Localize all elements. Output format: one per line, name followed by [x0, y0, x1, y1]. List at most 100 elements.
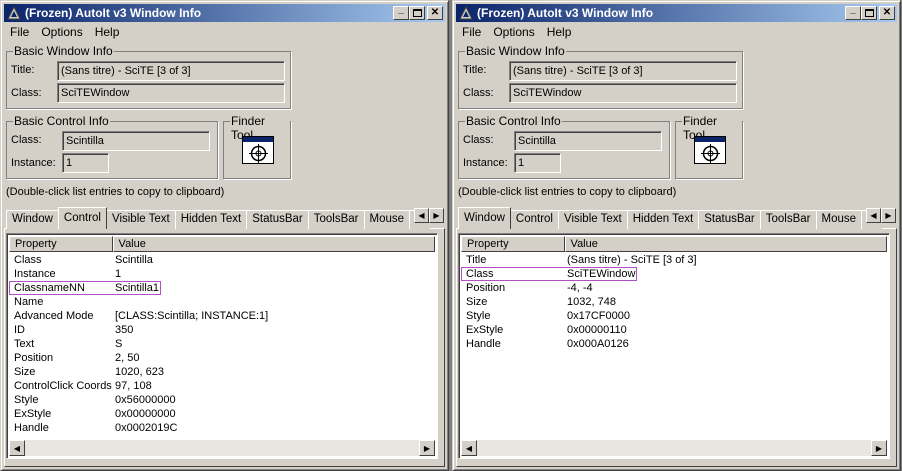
- control-class-field[interactable]: Scintilla: [514, 131, 662, 151]
- title-bar: (Frozen) AutoIt v3 Window Info _ ✕: [456, 4, 897, 22]
- instance-label: Instance:: [463, 157, 508, 169]
- list-rows: Title (Sans titre) - SciTE [3 of 3] Class S…: [461, 253, 887, 351]
- tab-scroll-arrows: ◀ ▶: [414, 208, 444, 223]
- list-item[interactable]: Handle 0x000A0126: [461, 337, 887, 351]
- list-header: Property Value: [9, 236, 435, 252]
- minimize-button[interactable]: _: [845, 5, 861, 20]
- window-title: (Frozen) AutoIt v3 Window Info: [25, 6, 202, 20]
- property-name: Style: [466, 310, 491, 322]
- group-label: Basic Window Info: [13, 44, 114, 58]
- list-item[interactable]: Advanced Mode [CLASS:Scintilla; INSTANCE:…: [9, 309, 435, 323]
- title-field[interactable]: (Sans titre) - SciTE [3 of 3]: [509, 61, 737, 81]
- horizontal-scrollbar[interactable]: ◀ ▶: [9, 440, 435, 456]
- finder-tool-crosshair-icon[interactable]: [242, 136, 274, 164]
- menu-file[interactable]: File: [456, 25, 487, 39]
- title-label: Title:: [463, 64, 487, 76]
- property-value: 350: [115, 324, 134, 336]
- tab-mouse[interactable]: Mouse: [363, 210, 411, 229]
- property-value: S: [115, 338, 123, 350]
- maximize-button[interactable]: [861, 6, 877, 20]
- list-item[interactable]: Instance 1: [9, 267, 435, 281]
- class-field[interactable]: SciTEWindow: [509, 83, 737, 103]
- close-button[interactable]: ✕: [427, 6, 443, 20]
- list-item[interactable]: Handle 0x0002019C: [9, 421, 435, 435]
- minimize-button[interactable]: _: [393, 5, 409, 20]
- tab-scroll-left-button[interactable]: ◀: [414, 208, 429, 223]
- maximize-button[interactable]: [409, 6, 425, 20]
- tab-strip: Window Control Visible Text Hidden Text Stat…: [6, 207, 430, 229]
- list-item[interactable]: Size 1032, 748: [461, 295, 887, 309]
- property-name: Instance: [14, 268, 56, 280]
- property-value: 0x56000000: [115, 394, 176, 406]
- property-value: 0x00000110: [567, 324, 627, 336]
- column-header-property[interactable]: Property: [461, 236, 565, 252]
- property-name: ExStyle: [14, 408, 52, 420]
- tab-scroll-right-button[interactable]: ▶: [429, 208, 444, 223]
- close-button[interactable]: ✕: [879, 6, 895, 20]
- tab-control[interactable]: Control: [57, 207, 107, 229]
- scroll-right-button[interactable]: ▶: [419, 440, 435, 456]
- list-item[interactable]: Position 2, 50: [9, 351, 435, 365]
- property-name: Name: [14, 296, 44, 308]
- menu-file[interactable]: File: [4, 25, 35, 39]
- list-item[interactable]: Position -4, -4: [461, 281, 887, 295]
- scroll-left-button[interactable]: ◀: [461, 440, 477, 456]
- scroll-right-button[interactable]: ▶: [871, 440, 887, 456]
- list-item[interactable]: Name: [9, 295, 435, 309]
- clipboard-hint: (Double-click list entries to copy to cl…: [458, 186, 677, 198]
- scroll-left-button[interactable]: ◀: [9, 440, 25, 456]
- list-item[interactable]: Style 0x17CF0000: [461, 309, 887, 323]
- tab-window[interactable]: Window: [6, 210, 59, 229]
- list-item[interactable]: ID 350: [9, 323, 435, 337]
- autoit-logo-icon: [6, 5, 22, 21]
- menu-options[interactable]: Options: [35, 25, 88, 39]
- property-name: Size: [466, 296, 488, 308]
- tab-scroll-arrows: ◀ ▶: [866, 208, 896, 223]
- autoit-logo-icon: [458, 5, 474, 21]
- title-field[interactable]: (Sans titre) - SciTE [3 of 3]: [57, 61, 285, 81]
- list-item[interactable]: ClassnameNN Scintilla1: [9, 281, 435, 295]
- menu-help[interactable]: Help: [89, 25, 126, 39]
- tab-visible-text[interactable]: Visible Text: [557, 210, 628, 229]
- list-item[interactable]: ExStyle 0x00000110: [461, 323, 887, 337]
- horizontal-scrollbar[interactable]: ◀ ▶: [461, 440, 887, 456]
- tab-toolsbar[interactable]: ToolsBar: [759, 210, 817, 229]
- tab-toolsbar[interactable]: ToolsBar: [307, 210, 365, 229]
- property-name: Position: [14, 352, 54, 364]
- list-item[interactable]: ExStyle 0x00000000: [9, 407, 435, 421]
- instance-field[interactable]: 1: [514, 153, 561, 173]
- tab-hidden-text[interactable]: Hidden Text: [174, 210, 248, 229]
- list-item[interactable]: Size 1020, 623: [9, 365, 435, 379]
- tab-mouse[interactable]: Mouse: [815, 210, 863, 229]
- column-header-property[interactable]: Property: [9, 236, 113, 252]
- finder-tool-crosshair-icon[interactable]: [694, 136, 726, 164]
- property-value: 97, 108: [115, 380, 152, 392]
- column-header-value[interactable]: Value: [564, 236, 887, 252]
- list-item[interactable]: Style 0x56000000: [9, 393, 435, 407]
- list-item[interactable]: Text S: [9, 337, 435, 351]
- group-label: Basic Window Info: [465, 44, 566, 58]
- tab-statusbar[interactable]: StatusBar: [246, 210, 309, 229]
- list-item[interactable]: ControlClick Coords 97, 108: [9, 379, 435, 393]
- tab-window[interactable]: Window: [458, 207, 511, 229]
- column-header-value[interactable]: Value: [112, 236, 435, 252]
- tab-visible-text[interactable]: Visible Text: [105, 210, 176, 229]
- control-class-field[interactable]: Scintilla: [62, 131, 210, 151]
- tab-control[interactable]: Control: [509, 210, 559, 229]
- property-name: Advanced Mode: [14, 310, 94, 322]
- class-field[interactable]: SciTEWindow: [57, 83, 285, 103]
- control-class-label: Class:: [11, 134, 42, 146]
- instance-field[interactable]: 1: [62, 153, 109, 173]
- tab-scroll-left-button[interactable]: ◀: [866, 208, 881, 223]
- close-icon: ✕: [430, 7, 440, 18]
- tab-statusbar[interactable]: StatusBar: [698, 210, 761, 229]
- tab-strip: Window Control Visible Text Hidden Text Stat…: [458, 207, 882, 229]
- tab-scroll-right-button[interactable]: ▶: [881, 208, 896, 223]
- tab-hidden-text[interactable]: Hidden Text: [626, 210, 700, 229]
- list-item[interactable]: Class SciTEWindow: [461, 267, 887, 281]
- property-name: ExStyle: [466, 324, 504, 336]
- list-item[interactable]: Class Scintilla: [9, 253, 435, 267]
- menu-help[interactable]: Help: [541, 25, 578, 39]
- menu-options[interactable]: Options: [487, 25, 540, 39]
- list-item[interactable]: Title (Sans titre) - SciTE [3 of 3]: [461, 253, 887, 267]
